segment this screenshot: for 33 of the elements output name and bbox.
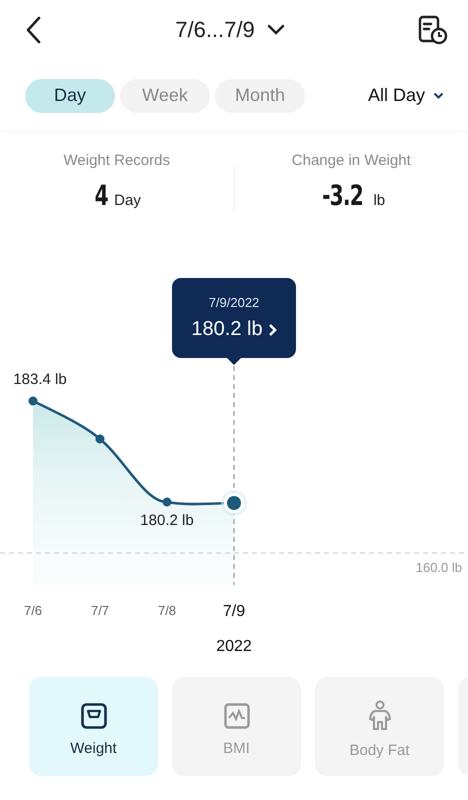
data-point bbox=[96, 434, 104, 444]
date-label[interactable]: 7/9 bbox=[222, 603, 246, 621]
chevron-down-icon bbox=[433, 92, 444, 100]
date-label[interactable]: 7/8 bbox=[158, 603, 176, 618]
date-range-dropdown[interactable]: 7/6...7/9 bbox=[175, 17, 285, 43]
history-icon[interactable] bbox=[418, 15, 448, 45]
tooltip-date: 7/9/2022 bbox=[208, 295, 260, 310]
stat-label: Change in Weight bbox=[292, 152, 411, 169]
period-tab[interactable]: Month bbox=[215, 78, 305, 112]
pulse-icon bbox=[222, 702, 250, 730]
data-point bbox=[28, 396, 38, 406]
stat-unit: Day bbox=[114, 192, 141, 209]
back-icon[interactable] bbox=[24, 16, 42, 44]
time-filter-dropdown[interactable]: All Day bbox=[368, 85, 444, 106]
stat-value: 4 bbox=[94, 179, 108, 212]
point-label: 180.2 lb bbox=[140, 512, 194, 529]
scale-icon bbox=[80, 702, 108, 730]
period-tab[interactable]: Day bbox=[25, 78, 115, 112]
data-point bbox=[162, 498, 172, 506]
tooltip-value: 180.2 lb bbox=[191, 318, 263, 341]
period-tab[interactable]: Week bbox=[120, 78, 210, 112]
reference-label: 160.0 lb bbox=[416, 560, 462, 575]
chevron-right-icon bbox=[268, 322, 277, 336]
stat-label: Weight Records bbox=[64, 152, 170, 169]
selected-point[interactable] bbox=[221, 490, 247, 516]
metric-tab[interactable]: Weight bbox=[29, 677, 158, 776]
date-label[interactable]: 7/6 bbox=[24, 603, 42, 618]
year-label: 2022 bbox=[216, 638, 252, 656]
date-label[interactable]: 7/7 bbox=[90, 603, 110, 618]
stat-unit: lb bbox=[373, 192, 386, 209]
stat-value: -3.2 bbox=[322, 179, 364, 212]
chevron-down-icon bbox=[266, 24, 285, 36]
point-label: 183.4 lb bbox=[13, 371, 67, 388]
